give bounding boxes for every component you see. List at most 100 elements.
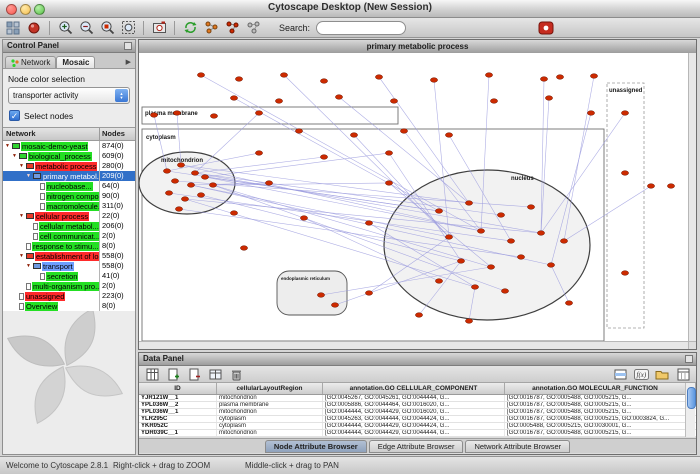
network-node[interactable]	[201, 175, 208, 180]
network-node[interactable]	[197, 193, 204, 198]
table-row[interactable]: YPL036W__2plasma membrane[GO:0005886, GO…	[139, 402, 696, 409]
network-node[interactable]	[430, 78, 437, 83]
network-node[interactable]	[507, 239, 514, 244]
network-node[interactable]	[265, 181, 272, 186]
network-node[interactable]	[415, 313, 422, 318]
help-badge-icon[interactable]	[537, 19, 555, 37]
network-manager-icon[interactable]	[244, 19, 262, 37]
tree-row[interactable]: ▼metabolic process280(0)	[3, 161, 135, 171]
table-row[interactable]: YLR295Ccytoplasm[GO:0045263, GO:0044444,…	[139, 416, 696, 423]
network-node[interactable]	[545, 96, 552, 101]
import-attributes-icon[interactable]	[653, 365, 671, 383]
table-vertical-scrollbar[interactable]	[685, 383, 695, 437]
network-view-titlebar[interactable]: primary metabolic process	[139, 40, 696, 54]
network-node[interactable]	[280, 73, 287, 78]
tree-row[interactable]: multi-organism pro...2(0)	[3, 281, 135, 291]
snapshot-region-icon[interactable]	[150, 19, 168, 37]
network-node[interactable]	[560, 239, 567, 244]
network-node[interactable]	[621, 171, 628, 176]
float-panel-icon[interactable]	[124, 42, 132, 50]
network-node[interactable]	[320, 155, 327, 160]
table-row[interactable]: YDR039C__1mitochondrion[GO:0044444, GO:0…	[139, 430, 696, 437]
create-attribute-icon[interactable]	[164, 365, 182, 383]
tree-row[interactable]: ▼mosaic-demo-yeast874(0)	[3, 141, 135, 151]
network-node[interactable]	[501, 289, 508, 294]
network-node[interactable]	[465, 201, 472, 206]
column-header[interactable]: annotation.GO MOLECULAR_FUNCTION	[505, 383, 686, 394]
tree-row[interactable]: ▼establishment of lo...558(0)	[3, 251, 135, 261]
network-node[interactable]	[590, 74, 597, 79]
network-node[interactable]	[150, 113, 157, 118]
network-node[interactable]	[191, 171, 198, 176]
network-node[interactable]	[240, 246, 247, 251]
network-node[interactable]	[556, 75, 563, 80]
network-node[interactable]	[445, 235, 452, 240]
network-node[interactable]	[527, 205, 534, 210]
table-row[interactable]: YJR121W__1mitochondrion[GO:0045267, GO:0…	[139, 395, 696, 402]
network-node[interactable]	[445, 133, 452, 138]
network-node[interactable]	[173, 111, 180, 116]
network-node[interactable]	[390, 99, 397, 104]
network-node[interactable]	[295, 129, 302, 134]
tab-network-attribute-browser[interactable]: Network Attribute Browser	[465, 440, 570, 453]
network-node[interactable]	[365, 291, 372, 296]
network-node[interactable]	[163, 169, 170, 174]
tree-row[interactable]: ▼transport558(0)	[3, 261, 135, 271]
network-node[interactable]	[540, 77, 547, 82]
select-nodes-checkbox[interactable]: ✓	[9, 110, 20, 121]
expander-icon[interactable]: ▼	[11, 153, 18, 159]
float-panel-icon[interactable]	[685, 355, 693, 363]
network-node[interactable]	[165, 191, 172, 196]
network-node[interactable]	[587, 111, 594, 116]
network-node[interactable]	[647, 184, 654, 189]
tree-row[interactable]: secretion41(0)	[3, 271, 135, 281]
tab-scroll-arrow-icon[interactable]: ▶	[126, 58, 133, 68]
column-header[interactable]: annotation.GO CELLULAR_COMPONENT	[323, 383, 505, 394]
network-node[interactable]	[621, 111, 628, 116]
table-row[interactable]: YKR052Ccytoplasm[GO:0044444, GO:0044429,…	[139, 423, 696, 430]
zoom-in-icon[interactable]	[56, 19, 74, 37]
network-node[interactable]	[457, 259, 464, 264]
tab-network[interactable]: Network	[5, 56, 56, 68]
nodes-column-header[interactable]: Nodes	[99, 128, 135, 140]
search-input[interactable]	[316, 21, 406, 35]
network-node[interactable]	[275, 99, 282, 104]
tree-row[interactable]: cell communicat...2(0)	[3, 231, 135, 241]
expander-icon[interactable]: ▼	[18, 253, 25, 259]
network-node[interactable]	[255, 151, 262, 156]
expander-icon[interactable]: ▼	[18, 163, 25, 169]
network-node[interactable]	[487, 265, 494, 270]
tree-row[interactable]: ▼primary metabol...209(0)	[3, 171, 135, 181]
network-node[interactable]	[517, 255, 524, 260]
network-node[interactable]	[565, 301, 572, 306]
network-node[interactable]	[175, 207, 182, 212]
network-node[interactable]	[621, 271, 628, 276]
tree-row[interactable]: Overview8(0)	[3, 301, 135, 311]
zoom-fit-icon[interactable]	[119, 19, 137, 37]
network-node[interactable]	[230, 96, 237, 101]
function-builder-icon[interactable]: f(x)	[632, 365, 650, 383]
browse-data-icon[interactable]	[674, 365, 692, 383]
select-attributes-icon[interactable]	[143, 365, 161, 383]
network-node[interactable]	[490, 99, 497, 104]
network-node[interactable]	[335, 95, 342, 100]
node-color-dropdown[interactable]: transporter activity ▲▼	[8, 87, 130, 104]
network-birdseye-icon[interactable]	[223, 19, 241, 37]
network-vertical-scrollbar[interactable]	[688, 53, 696, 341]
table-row[interactable]: YPL036W__1mitochondrion[GO:0044444, GO:0…	[139, 409, 696, 416]
network-node[interactable]	[375, 75, 382, 80]
session-grid-icon[interactable]	[4, 19, 22, 37]
trash-icon[interactable]	[227, 365, 245, 383]
network-node[interactable]	[209, 183, 216, 188]
network-node[interactable]	[210, 114, 217, 119]
tab-edge-attribute-browser[interactable]: Edge Attribute Browser	[369, 440, 464, 453]
network-horizontal-scrollbar[interactable]	[139, 341, 688, 349]
network-node[interactable]	[497, 213, 504, 218]
column-header[interactable]: cellularLayoutRegion	[217, 383, 323, 394]
network-node[interactable]	[177, 163, 184, 168]
tree-row[interactable]: ▼biological_process609(0)	[3, 151, 135, 161]
network-node[interactable]	[350, 133, 357, 138]
tree-row[interactable]: unassigned223(0)	[3, 291, 135, 301]
network-node[interactable]	[197, 73, 204, 78]
tab-node-attribute-browser[interactable]: Node Attribute Browser	[265, 440, 367, 453]
